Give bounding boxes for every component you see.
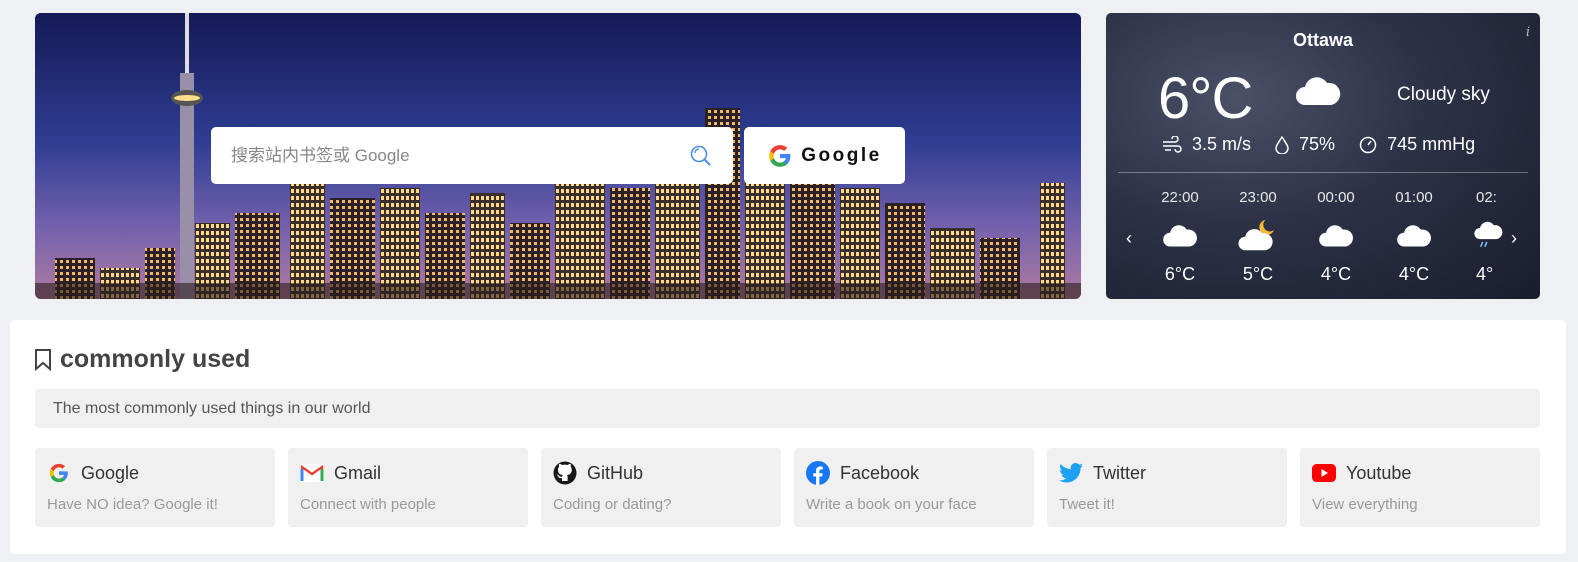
hour-temp: 4°C <box>1398 264 1430 284</box>
cloud-icon <box>1296 77 1341 105</box>
search-box <box>211 127 733 184</box>
hour-time: 00:00 <box>1317 189 1355 206</box>
current-temperature: 6°C <box>1158 66 1253 131</box>
cloud-rain-icon <box>1474 221 1503 248</box>
google-search-button[interactable]: Google <box>744 127 905 184</box>
cloud-icon <box>1397 225 1431 247</box>
youtube-icon <box>1312 461 1336 485</box>
hour-temp: 5°C <box>1242 264 1274 284</box>
twitter-icon <box>1059 461 1083 485</box>
weather-city: Ottawa <box>1292 30 1353 50</box>
hour-item: 23:00 5°C <box>1228 189 1288 285</box>
commonly-used-panel: commonly used The most commonly used thi… <box>10 320 1566 554</box>
cloud-icon <box>1163 225 1197 247</box>
card-github[interactable]: GitHub Coding or dating? <box>541 448 781 527</box>
wind-speed: 3.5 m/s <box>1192 134 1252 154</box>
hour-time: 23:00 <box>1239 189 1277 206</box>
hour-item: 01:00 4°C <box>1384 189 1444 285</box>
pressure-stat: 745 mmHg <box>1359 134 1475 155</box>
hourly-forecast: 22:00 6°C 23:00 5°C 00:00 4°C 01:00 4°C … <box>1106 189 1540 299</box>
search-icon[interactable] <box>689 144 713 168</box>
search-input[interactable] <box>231 145 689 166</box>
card-description: Write a book on your face <box>806 496 977 513</box>
section-title: commonly used <box>34 345 250 374</box>
weather-stats: 3.5 m/s 75% 745 mmHg <box>1162 134 1475 155</box>
cloud-icon <box>1319 225 1353 247</box>
google-button-label: Google <box>801 144 882 166</box>
card-title: Google <box>81 462 140 483</box>
card-facebook[interactable]: Facebook Write a book on your face <box>794 448 1034 527</box>
humidity-icon <box>1275 135 1289 154</box>
hour-item: 22:00 6°C <box>1150 189 1210 285</box>
card-description: Connect with people <box>300 496 436 513</box>
hero-banner: Google <box>35 13 1081 299</box>
card-gmail[interactable]: Gmail Connect with people <box>288 448 528 527</box>
hour-time: 02: <box>1476 189 1497 206</box>
card-title: Facebook <box>840 462 920 483</box>
pressure-value: 745 mmHg <box>1387 134 1476 154</box>
weather-divider <box>1118 172 1528 173</box>
hour-item: 00:00 4°C <box>1306 189 1366 285</box>
info-icon[interactable]: i <box>1526 25 1530 40</box>
card-google[interactable]: Google Have NO idea? Google it! <box>35 448 275 527</box>
card-title: Twitter <box>1093 462 1147 483</box>
hour-temp: 6°C <box>1164 264 1196 284</box>
hour-time: 01:00 <box>1395 189 1433 206</box>
card-description: Have NO idea? Google it! <box>47 496 218 513</box>
github-icon <box>553 461 577 485</box>
weather-description: Cloudy sky <box>1397 84 1490 105</box>
card-description: View everything <box>1312 496 1418 513</box>
facebook-icon <box>806 461 830 485</box>
card-title: Gmail <box>334 462 382 483</box>
hour-time: 22:00 <box>1161 189 1199 206</box>
pressure-icon <box>1359 136 1377 153</box>
link-cards: Google Have NO idea? Google it! Gmail Co… <box>35 448 1540 527</box>
wind-stat: 3.5 m/s <box>1162 134 1251 155</box>
cloud-moon-icon <box>1238 219 1275 251</box>
card-description: Tweet it! <box>1059 496 1115 513</box>
card-description: Coding or dating? <box>553 496 672 513</box>
bookmark-icon <box>35 348 51 371</box>
wind-icon <box>1163 135 1182 153</box>
google-icon <box>769 144 791 167</box>
card-title: GitHub <box>587 462 644 483</box>
section-subtitle: The most commonly used things in our wor… <box>35 389 1540 428</box>
hour-temp: 4° <box>1476 264 1494 284</box>
card-youtube[interactable]: Youtube View everything <box>1300 448 1540 527</box>
hour-item: 02: 4° <box>1459 189 1505 285</box>
humidity-value: 75% <box>1299 134 1336 154</box>
google-icon <box>47 461 71 485</box>
card-title: Youtube <box>1346 462 1412 483</box>
section-title-text: commonly used <box>60 345 251 373</box>
weather-widget: Ottawa i 6°C Cloudy sky 3.5 m/s 75% 745 <box>1106 13 1540 299</box>
humidity-stat: 75% <box>1275 134 1335 155</box>
gmail-icon <box>300 461 324 485</box>
card-twitter[interactable]: Twitter Tweet it! <box>1047 448 1287 527</box>
hour-temp: 4°C <box>1320 264 1352 284</box>
